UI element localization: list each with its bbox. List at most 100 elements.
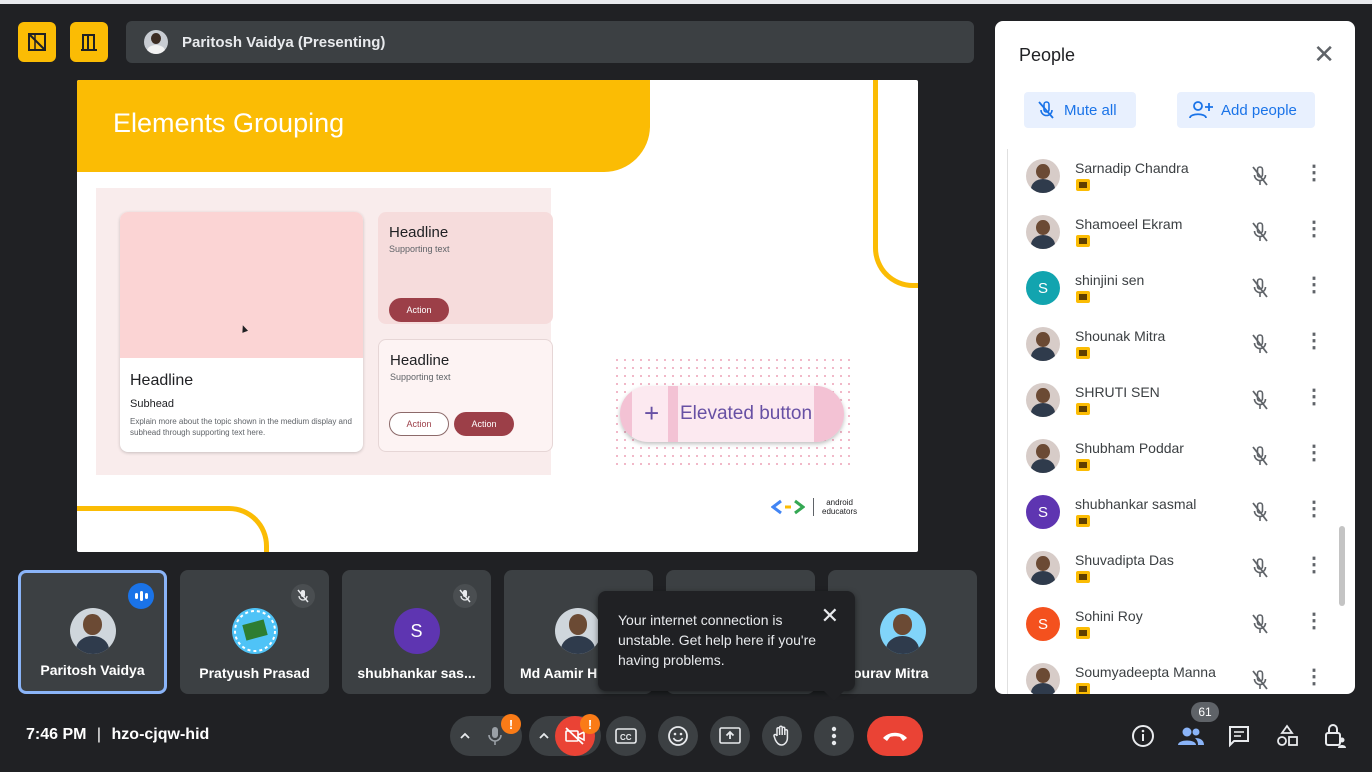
- card-media: [120, 212, 363, 358]
- mic-off-icon[interactable]: [1250, 445, 1270, 467]
- card-body: Explain more about the topic shown in th…: [130, 417, 352, 437]
- more-vert-icon[interactable]: ⋮: [1304, 275, 1324, 295]
- mic-off-icon[interactable]: [1250, 557, 1270, 579]
- lock-person-icon: [1325, 724, 1346, 748]
- participant-list[interactable]: Sarnadip Chandra ⋮ Shamoeel Ekram ⋮ Sshinjin…: [1007, 149, 1336, 694]
- more-vert-icon[interactable]: ⋮: [1304, 219, 1324, 239]
- avatar: [69, 608, 116, 654]
- mic-off-icon[interactable]: [1250, 613, 1270, 635]
- breakout-button[interactable]: [70, 22, 108, 62]
- avatar: [1026, 439, 1060, 473]
- presenting-badge-icon: [1076, 179, 1090, 191]
- connection-warning-message[interactable]: Your internet connection is unstable. Ge…: [618, 610, 833, 670]
- meeting-info: 7:46 PM | hzo-cjqw-hid: [26, 726, 209, 744]
- participant-row[interactable]: Sshinjini sen ⋮: [1008, 261, 1336, 317]
- more-vert-icon[interactable]: ⋮: [1304, 555, 1324, 575]
- code-brackets-icon: [771, 499, 805, 515]
- card-action-filled: Action: [454, 412, 514, 436]
- add-person-icon: [1189, 101, 1213, 119]
- participant-row[interactable]: Shounak Mitra ⋮: [1008, 317, 1336, 373]
- mic-off-icon[interactable]: [1250, 501, 1270, 523]
- presenting-badge-icon: [1076, 515, 1090, 527]
- current-time: 7:46 PM: [26, 726, 87, 743]
- more-vert-icon[interactable]: ⋮: [1304, 443, 1324, 463]
- sample-card-outlined: Headline Supporting text Action Action: [378, 339, 553, 452]
- participant-row[interactable]: Sarnadip Chandra ⋮: [1008, 149, 1336, 205]
- more-options-button[interactable]: [814, 716, 854, 756]
- people-button[interactable]: [1177, 722, 1205, 750]
- mic-off-icon[interactable]: [1250, 389, 1270, 411]
- info-icon: [1132, 725, 1154, 747]
- participant-row[interactable]: Shuvadipta Das ⋮: [1008, 541, 1336, 597]
- presenting-badge-icon: [1076, 291, 1090, 303]
- participant-row[interactable]: Sshubhankar sasmal ⋮: [1008, 485, 1336, 541]
- participant-tile[interactable]: Pratyush Prasad: [180, 570, 329, 694]
- mute-all-button[interactable]: Mute all: [1024, 92, 1136, 128]
- more-vert-icon[interactable]: ⋮: [1304, 163, 1324, 183]
- connection-warning-tooltip[interactable]: Your internet connection is unstable. Ge…: [598, 591, 855, 701]
- presenting-banner: Paritosh Vaidya (Presenting): [126, 21, 974, 63]
- mic-off-icon[interactable]: [1250, 165, 1270, 187]
- chevron-up-icon[interactable]: [537, 729, 551, 743]
- reactions-button[interactable]: [658, 716, 698, 756]
- participant-name: Pratyush Prasad: [199, 665, 310, 681]
- participant-row[interactable]: Shubham Poddar ⋮: [1008, 429, 1336, 485]
- logo-text: android educators: [822, 498, 858, 516]
- mic-off-icon[interactable]: [1250, 277, 1270, 299]
- present-button[interactable]: [710, 716, 750, 756]
- mic-warning-badge: !: [501, 714, 521, 734]
- participant-row[interactable]: Shamoeel Ekram ⋮: [1008, 205, 1336, 261]
- more-vert-icon[interactable]: ⋮: [1304, 387, 1324, 407]
- door-icon: [81, 34, 97, 51]
- cards-sample-panel: Headline Subhead Explain more about the …: [96, 188, 553, 475]
- avatar: S: [1026, 607, 1060, 641]
- panel-title: People: [1019, 45, 1076, 65]
- meeting-details-button[interactable]: [1129, 722, 1157, 750]
- participant-row[interactable]: S Sohini Roy ⋮: [1008, 597, 1336, 653]
- emoji-icon: [668, 726, 688, 746]
- scrollbar[interactable]: [1339, 526, 1345, 606]
- close-panel-button[interactable]: ✕: [1313, 41, 1335, 67]
- slide-decoration: [77, 506, 269, 552]
- avatar: [879, 608, 926, 654]
- card-action-button: Action: [389, 298, 449, 322]
- close-icon[interactable]: ✕: [821, 605, 839, 627]
- participant-row[interactable]: SHRUTI SEN ⋮: [1008, 373, 1336, 429]
- activities-button[interactable]: [1273, 722, 1301, 750]
- mic-off-icon: [1038, 101, 1054, 119]
- microphone-icon[interactable]: [486, 726, 504, 746]
- mic-off-icon[interactable]: [1250, 221, 1270, 243]
- mic-off-icon[interactable]: [1250, 333, 1270, 355]
- raise-hand-button[interactable]: [762, 716, 802, 756]
- add-people-button[interactable]: Add people: [1177, 92, 1315, 128]
- card-headline: Headline: [390, 352, 450, 369]
- elevated-button-label: Elevated button: [680, 403, 813, 424]
- more-vert-icon[interactable]: ⋮: [1304, 611, 1324, 631]
- participant-name: SHRUTI SEN: [1075, 384, 1160, 400]
- host-controls-button[interactable]: [1321, 722, 1349, 750]
- layout-button[interactable]: [18, 22, 56, 62]
- card-subhead: Subhead: [130, 398, 175, 410]
- camera-warning-badge: !: [580, 714, 600, 734]
- avatar: [1026, 551, 1060, 585]
- leave-call-button[interactable]: [867, 716, 923, 756]
- more-vert-icon[interactable]: ⋮: [1304, 331, 1324, 351]
- avatar: [231, 608, 278, 654]
- captions-button[interactable]: CC: [606, 716, 646, 756]
- avatar: [555, 608, 601, 654]
- mic-off-icon[interactable]: [1250, 669, 1270, 691]
- participant-name: Shuvadipta Das: [1075, 552, 1174, 568]
- participant-name: shinjini sen: [1075, 272, 1145, 288]
- more-vert-icon[interactable]: ⋮: [1304, 499, 1324, 519]
- mute-all-label: Mute all: [1064, 101, 1117, 119]
- participant-name: Sarnadip Chandra: [1075, 160, 1189, 176]
- participant-tile[interactable]: Paritosh Vaidya: [18, 570, 167, 694]
- chevron-up-icon[interactable]: [458, 729, 472, 743]
- chat-button[interactable]: [1225, 722, 1253, 750]
- presenting-badge-icon: [1076, 347, 1090, 359]
- more-vert-icon[interactable]: ⋮: [1304, 667, 1324, 687]
- card-supporting-text: Supporting text: [389, 244, 450, 254]
- participant-count-badge: 61: [1191, 702, 1219, 722]
- participant-row[interactable]: Soumyadeepta Manna ⋮: [1008, 653, 1336, 694]
- participant-tile[interactable]: S shubhankar sas...: [342, 570, 491, 694]
